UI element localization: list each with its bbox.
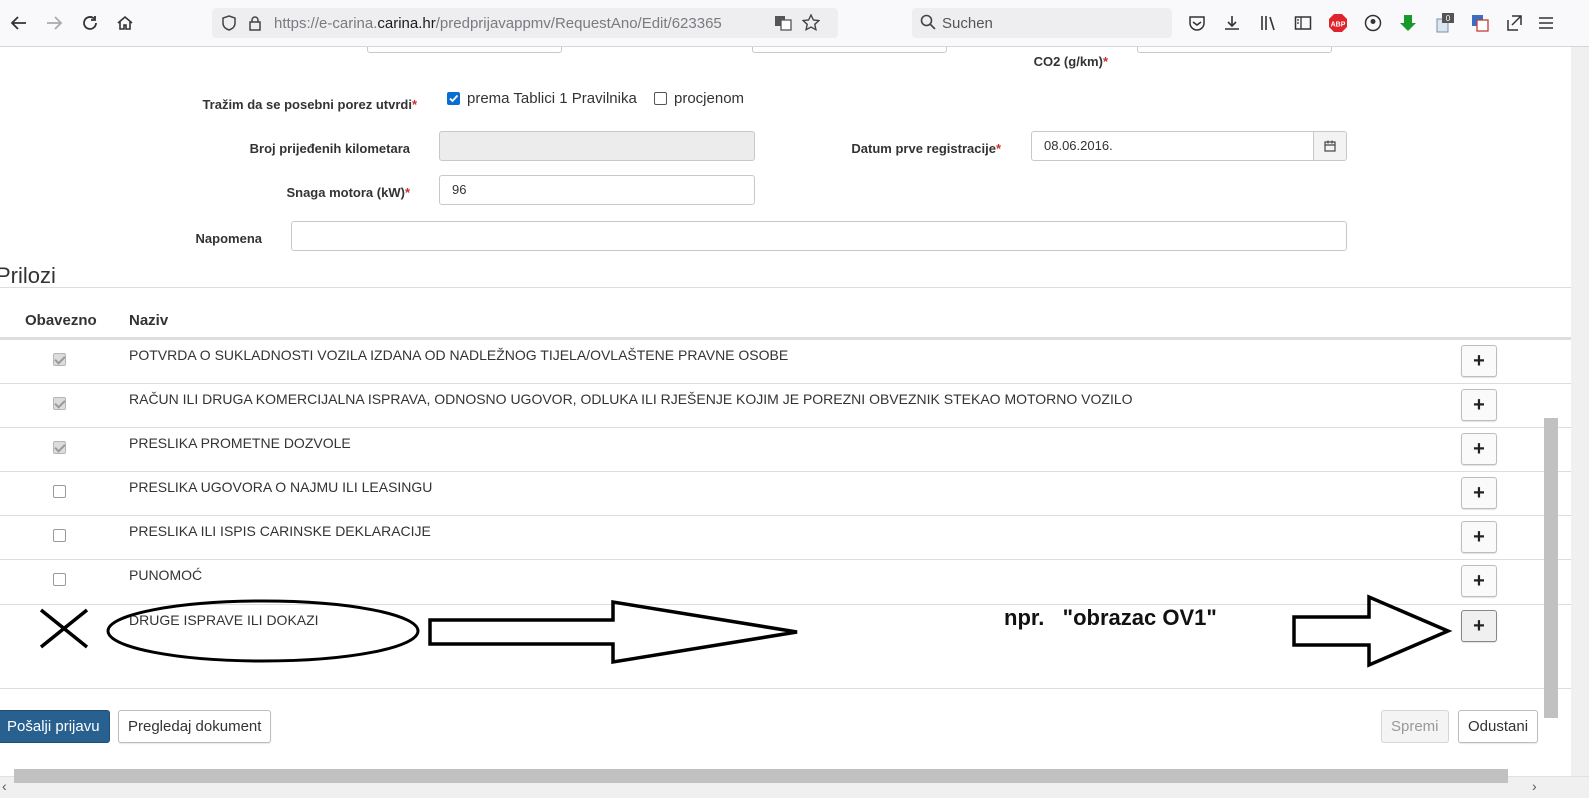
datum-label: Datum prve registracije* xyxy=(851,141,1001,156)
extension-badge-icon[interactable]: 0 xyxy=(1433,12,1455,34)
hidden-field-2[interactable] xyxy=(752,47,947,53)
url-bar[interactable]: https://e-carina.carina.hr/predprijavapp… xyxy=(212,8,838,38)
forward-icon[interactable] xyxy=(43,12,65,34)
scroll-left-icon[interactable]: ‹ xyxy=(2,778,7,794)
row-name: PRESLIKA ILI ISPIS CARINSKE DEKLARACIJE xyxy=(129,523,431,539)
vertical-scroll-thumb[interactable] xyxy=(1544,418,1558,718)
procjena-option-label[interactable]: procjenom xyxy=(674,90,744,107)
tablica-checkbox[interactable] xyxy=(447,92,460,105)
hidden-field-1[interactable] xyxy=(367,47,562,53)
section-divider xyxy=(0,287,1571,288)
napomena-field[interactable] xyxy=(291,221,1347,251)
green-download-icon[interactable] xyxy=(1397,12,1419,34)
translate-icon[interactable] xyxy=(774,14,792,32)
row-name: PUNOMOĆ xyxy=(129,567,203,583)
prilozi-title: Prilozi xyxy=(0,263,56,288)
table-row: POTVRDA O SUKLADNOSTI VOZILA IZDANA OD N… xyxy=(0,339,1571,384)
col-obavezno-header: Obavezno xyxy=(25,312,97,329)
search-bar[interactable]: Suchen xyxy=(912,8,1172,38)
reload-icon[interactable] xyxy=(79,12,101,34)
page-content: CO2 (g/km)* Tražim da se posebni porez u… xyxy=(0,47,1571,776)
cross-mark-icon xyxy=(39,608,89,649)
url-text[interactable]: https://e-carina.carina.hr/predprijavapp… xyxy=(274,15,722,32)
vertical-scrollbar[interactable] xyxy=(1571,47,1589,776)
translate-icon[interactable] xyxy=(1469,12,1491,34)
pocket-icon[interactable] xyxy=(1186,12,1208,34)
obavezno-checkbox xyxy=(53,529,66,542)
obavezno-checkbox xyxy=(53,397,66,410)
arrow-right-icon xyxy=(1292,594,1453,668)
shield-icon[interactable] xyxy=(220,14,238,32)
co2-label: CO2 (g/km)* xyxy=(1033,54,1108,69)
hidden-field-3[interactable] xyxy=(1137,47,1332,53)
arrow-right-icon xyxy=(428,599,798,665)
annotation-text: npr. "obrazac OV1" xyxy=(1004,605,1217,630)
search-placeholder: Suchen xyxy=(942,15,993,32)
table-row: RAČUN ILI DRUGA KOMERCIJALNA ISPRAVA, OD… xyxy=(0,383,1571,428)
obavezno-checkbox xyxy=(53,353,66,366)
calendar-button[interactable] xyxy=(1314,131,1347,161)
datum-field[interactable]: 08.06.2016. xyxy=(1031,131,1314,161)
pregledaj-dokument-button[interactable]: Pregledaj dokument xyxy=(118,710,272,743)
napomena-label: Napomena xyxy=(195,231,262,246)
row-name: PRESLIKA UGOVORA O NAJMU ILI LEASINGU xyxy=(129,479,433,495)
row-name: RAČUN ILI DRUGA KOMERCIJALNA ISPRAVA, OD… xyxy=(129,391,1133,407)
snaga-label: Snaga motora (kW)* xyxy=(286,185,410,200)
spremi-button[interactable]: Spremi xyxy=(1381,710,1449,743)
table-row: PRESLIKA ILI ISPIS CARINSKE DEKLARACIJE … xyxy=(0,515,1571,560)
table-row: PRESLIKA PROMETNE DOZVOLE + xyxy=(0,427,1571,472)
search-icon xyxy=(920,14,936,34)
scroll-right-icon[interactable]: › xyxy=(1532,778,1537,794)
browser-toolbar: https://e-carina.carina.hr/predprijavapp… xyxy=(0,0,1589,47)
download-icon[interactable] xyxy=(1221,12,1243,34)
calendar-icon xyxy=(1324,140,1336,152)
porez-label: Tražim da se posebni porez utvrdi* xyxy=(202,97,417,112)
svg-text:ABP: ABP xyxy=(1331,22,1346,29)
table-bottom-divider xyxy=(0,688,1571,689)
annotation-drawing xyxy=(39,594,1453,668)
odustani-button[interactable]: Odustani xyxy=(1458,710,1539,743)
star-icon[interactable] xyxy=(802,14,820,32)
posalji-prijavu-button[interactable]: Pošalji prijavu xyxy=(0,710,110,743)
back-icon[interactable] xyxy=(8,12,30,34)
km-label: Broj prijeđenih kilometara xyxy=(249,141,410,156)
sidebar-icon[interactable] xyxy=(1292,12,1314,34)
add-attachment-button[interactable]: + xyxy=(1461,477,1497,509)
add-attachment-button[interactable]: + xyxy=(1461,521,1497,553)
share-icon[interactable] xyxy=(1503,12,1525,34)
lock-icon[interactable] xyxy=(246,14,264,32)
obavezno-checkbox xyxy=(53,573,66,586)
table-row: PRESLIKA UGOVORA O NAJMU ILI LEASINGU + xyxy=(0,471,1571,516)
ellipse-highlight xyxy=(106,599,420,663)
procjena-checkbox[interactable] xyxy=(654,92,667,105)
home-icon[interactable] xyxy=(114,12,136,34)
obavezno-checkbox xyxy=(53,485,66,498)
snaga-field[interactable]: 96 xyxy=(439,175,755,205)
account-icon[interactable] xyxy=(1362,12,1384,34)
library-icon[interactable] xyxy=(1257,12,1279,34)
svg-text:0: 0 xyxy=(1446,14,1451,23)
adblock-icon[interactable]: ABP xyxy=(1327,12,1349,34)
add-attachment-button[interactable]: + xyxy=(1461,345,1497,377)
add-attachment-button[interactable]: + xyxy=(1461,389,1497,421)
add-attachment-button[interactable]: + xyxy=(1461,433,1497,465)
km-field xyxy=(439,131,755,161)
col-naziv-header: Naziv xyxy=(129,312,169,329)
tablica-option-label[interactable]: prema Tablici 1 Pravilnika xyxy=(467,90,637,107)
row-name: POTVRDA O SUKLADNOSTI VOZILA IZDANA OD N… xyxy=(129,347,789,363)
menu-icon[interactable] xyxy=(1535,12,1557,34)
row-name: PRESLIKA PROMETNE DOZVOLE xyxy=(129,435,351,451)
horizontal-scroll-thumb[interactable] xyxy=(14,769,1508,783)
obavezno-checkbox xyxy=(53,441,66,454)
